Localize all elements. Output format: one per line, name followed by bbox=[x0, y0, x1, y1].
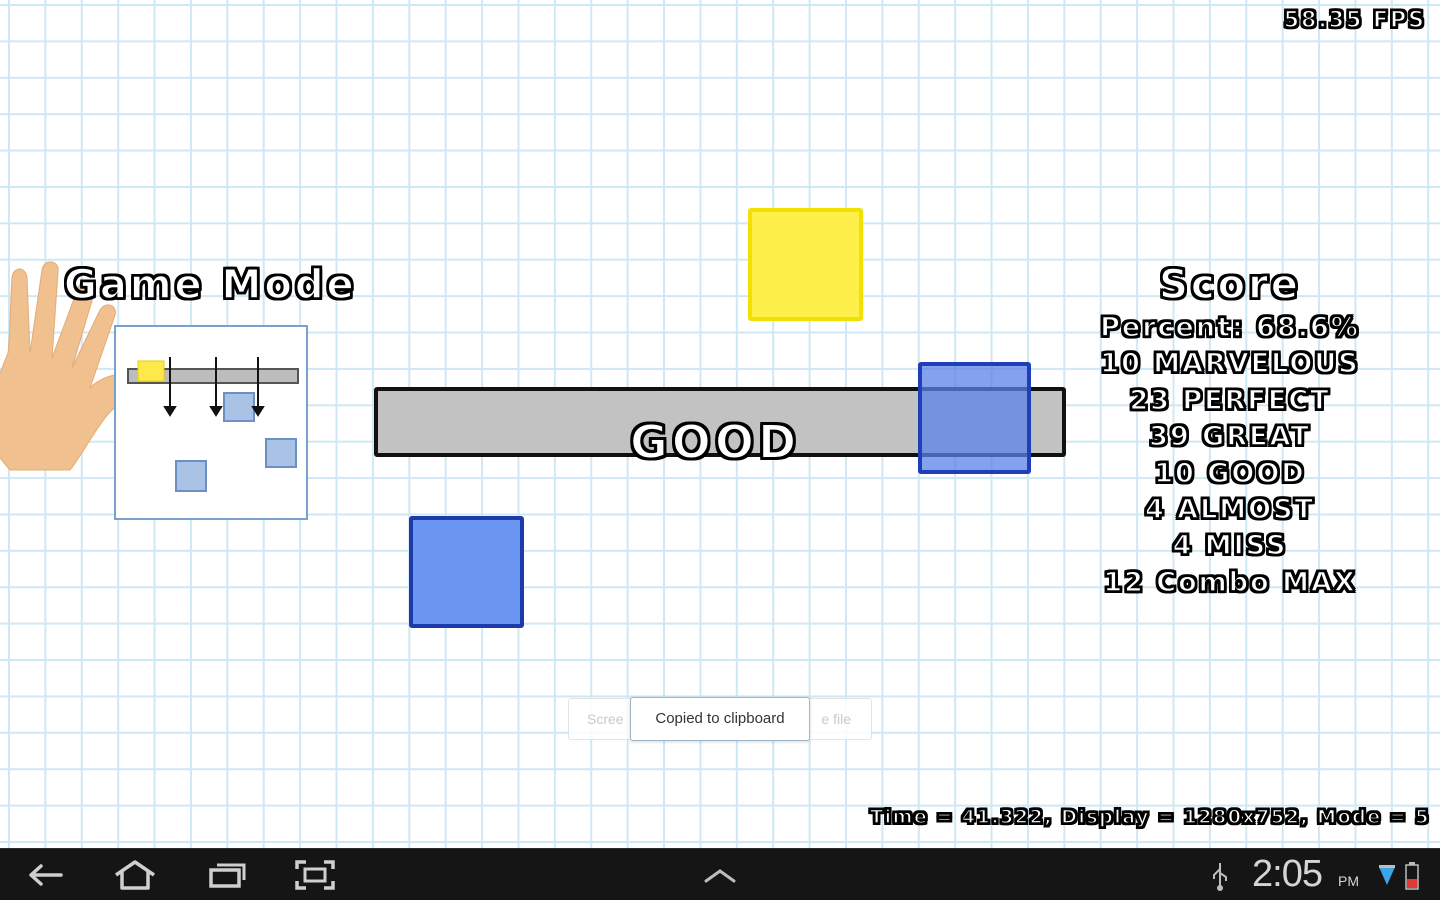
home-button[interactable] bbox=[110, 857, 160, 893]
game-mode-title: Game Mode bbox=[63, 261, 357, 309]
menu-up-button[interactable] bbox=[695, 857, 745, 893]
score-miss: 4 MISS bbox=[1172, 530, 1288, 563]
blue-note bbox=[409, 516, 524, 628]
back-button[interactable] bbox=[20, 857, 70, 893]
diagram-blue-note bbox=[223, 392, 255, 422]
recent-apps-button[interactable] bbox=[202, 857, 252, 893]
game-mode-diagram bbox=[114, 325, 308, 520]
yellow-note bbox=[748, 208, 863, 321]
home-icon bbox=[115, 860, 155, 890]
status-clock: 2:05 bbox=[1252, 853, 1323, 895]
status-ampm: PM bbox=[1338, 873, 1359, 889]
score-title: Score bbox=[1158, 261, 1301, 309]
score-panel: Score Percent: 68.6% 10 MARVELOUS 23 PER… bbox=[1060, 261, 1400, 601]
toast-behind-right: e file bbox=[821, 711, 851, 727]
score-combo-max: 12 Combo MAX bbox=[1103, 566, 1357, 599]
wifi-icon bbox=[1379, 865, 1395, 885]
score-perfect: 23 PERFECT bbox=[1129, 384, 1331, 417]
diagram-blue-note bbox=[265, 438, 297, 468]
game-stage[interactable]: 58.35 FPS Game Mode GOOD Score Percent: bbox=[0, 0, 1440, 848]
clipboard-toast: Copied to clipboard bbox=[630, 697, 810, 741]
chevron-up-icon bbox=[704, 869, 736, 883]
score-marvelous: 10 MARVELOUS bbox=[1100, 348, 1360, 381]
toast-behind-left: Scree bbox=[587, 711, 624, 727]
screenshot-button[interactable] bbox=[290, 857, 340, 893]
screenshot-icon bbox=[295, 860, 335, 890]
score-percent: Percent: 68.6% bbox=[1099, 311, 1360, 344]
score-almost: 4 ALMOST bbox=[1144, 493, 1315, 526]
usb-icon bbox=[1213, 863, 1227, 891]
diagram-yellow-note bbox=[137, 360, 165, 382]
recent-apps-icon bbox=[209, 863, 246, 888]
back-icon bbox=[29, 864, 63, 886]
fps-counter: 58.35 FPS bbox=[1283, 7, 1426, 34]
blue-note bbox=[918, 362, 1031, 474]
diagram-blue-note bbox=[175, 460, 207, 492]
score-great: 39 GREAT bbox=[1148, 420, 1311, 453]
system-navigation-bar: 2:05 PM bbox=[0, 848, 1440, 900]
score-good: 10 GOOD bbox=[1154, 457, 1306, 490]
debug-info: Time = 41.322, Display = 1280x752, Mode … bbox=[869, 805, 1430, 829]
battery-icon bbox=[1405, 862, 1419, 890]
judgement-text: GOOD bbox=[629, 414, 801, 470]
